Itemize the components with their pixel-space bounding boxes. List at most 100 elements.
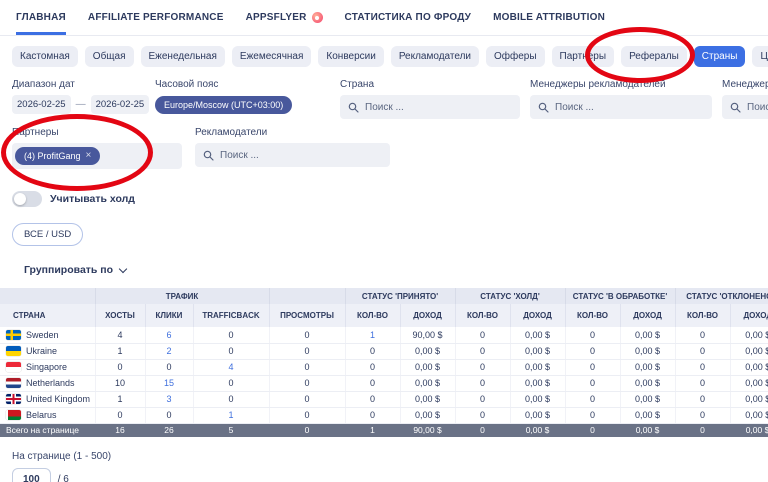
- table-column-header[interactable]: ДОХОД: [399, 304, 455, 327]
- table-cell: 0,00 $: [509, 391, 566, 408]
- report-tab[interactable]: Партнеры: [551, 46, 615, 67]
- partner-chip[interactable]: (4) ProfitGang ×: [15, 147, 101, 165]
- table-cell[interactable]: 1: [192, 407, 269, 424]
- table-cell: 0,00 $: [509, 407, 566, 424]
- total-cell: 0: [455, 423, 510, 437]
- table-cell: 0: [564, 359, 621, 376]
- search-icon: [203, 150, 214, 161]
- report-tab-label: Рекламодатели: [398, 51, 471, 62]
- table-cell[interactable]: 3: [144, 391, 193, 408]
- table-row: Belarus 0 0 1 0 0 0,00 $0 0,00 $0 0,00 $0 0,00 $: [0, 407, 768, 424]
- table-cell: 0,00 $: [399, 375, 455, 392]
- table-cell: 0,00 $: [399, 391, 455, 408]
- partner-managers-search-input[interactable]: Поиск ...: [722, 95, 768, 119]
- date-to-input[interactable]: 2026-02-25: [90, 95, 150, 114]
- total-cell: 0,00 $: [510, 423, 566, 437]
- nav-tab-fraud-stats[interactable]: СТАТИСТИКА ПО ФРОДУ: [345, 0, 472, 35]
- table-cell: 0: [268, 391, 345, 408]
- report-tab[interactable]: Рекламодатели: [390, 46, 479, 67]
- flag-nl-icon: [6, 378, 21, 388]
- report-tab[interactable]: Общая: [84, 46, 134, 67]
- table-column-header[interactable]: КЛИКИ: [144, 304, 193, 327]
- table-cell: 10: [94, 375, 145, 392]
- nav-tab-main[interactable]: ГЛАВНАЯ: [16, 0, 66, 35]
- report-tab-label: Ежемесячная: [239, 51, 304, 62]
- page-size-selector[interactable]: 100: [12, 468, 51, 482]
- table-cell[interactable]: 6: [144, 327, 193, 344]
- report-tab[interactable]: Офферы: [486, 46, 545, 67]
- group-by-label: Группировать по: [24, 264, 114, 276]
- report-tab[interactable]: Конверсии: [318, 46, 384, 67]
- table-column-header[interactable]: ПРОСМОТРЫ: [268, 304, 345, 327]
- report-tab[interactable]: Страны: [693, 46, 746, 67]
- advertisers-search-input[interactable]: Поиск ...: [195, 143, 390, 167]
- chevron-down-icon: [118, 264, 128, 273]
- hold-toggle[interactable]: [12, 191, 42, 207]
- advertiser-managers-search-input[interactable]: Поиск ...: [530, 95, 712, 119]
- country-name: Singapore: [26, 362, 68, 372]
- table-cell[interactable]: 15: [144, 375, 193, 392]
- country-search-input[interactable]: Поиск ...: [340, 95, 520, 119]
- table-column-header[interactable]: СТРАНА: [0, 304, 95, 327]
- table-cell: 0: [564, 375, 621, 392]
- report-tab[interactable]: Кастомная: [12, 46, 78, 67]
- table-column-header[interactable]: ДОХОД: [509, 304, 566, 327]
- table-cell: 0: [268, 343, 345, 360]
- country-cell: Belarus: [0, 407, 95, 424]
- nav-tab-mobile-attribution[interactable]: MOBILE ATTRIBUTION: [493, 0, 605, 35]
- report-tab[interactable]: Ежемесячная: [231, 46, 312, 67]
- pagination: 100 / 6: [12, 468, 768, 482]
- table-row: Sweden 4 6 0 0 1 90,00 $0 0,00 $0 0,00 $0 0,00 $: [0, 327, 768, 344]
- report-tab[interactable]: Еженедельная: [140, 46, 225, 67]
- table-cell: 0,00 $: [399, 359, 455, 376]
- report-tab-label: Рефералы: [629, 51, 679, 62]
- table-cell: 0: [454, 375, 510, 392]
- table-column-header[interactable]: ДОХОД: [729, 304, 768, 327]
- nav-tab-label: ГЛАВНАЯ: [16, 12, 66, 23]
- table-column-header[interactable]: TRAFFICBACK: [192, 304, 269, 327]
- table-cell: 0,00 $: [729, 407, 768, 424]
- total-row-label: Всего на странице: [0, 423, 95, 437]
- table-cell[interactable]: 4: [192, 359, 269, 376]
- table-cell: 0: [674, 407, 731, 424]
- date-from-input[interactable]: 2026-02-25: [12, 95, 71, 114]
- nav-tab-label: MOBILE ATTRIBUTION: [493, 12, 606, 23]
- nav-tab-affiliate-performance[interactable]: AFFILIATE PERFORMANCE: [88, 0, 224, 35]
- table-cell[interactable]: 2: [144, 343, 193, 360]
- table-cell: 0,00 $: [729, 327, 768, 344]
- table-cell: 0: [94, 407, 145, 424]
- table-cell: 0: [192, 343, 269, 360]
- table-cell: 0,00 $: [619, 375, 676, 392]
- country-cell: Sweden: [0, 327, 95, 344]
- table-cell: 1: [94, 391, 145, 408]
- table-column-header[interactable]: КОЛ-ВО: [564, 304, 621, 327]
- total-cell: 0: [565, 423, 621, 437]
- table-cell: 0: [268, 359, 345, 376]
- partners-field[interactable]: (4) ProfitGang ×: [12, 143, 182, 169]
- group-by-dropdown[interactable]: Группировать по: [24, 264, 128, 276]
- timezone-pill[interactable]: Europe/Moscow (UTC+03:00): [155, 96, 293, 114]
- nav-tab-label: AFFILIATE PERFORMANCE: [87, 12, 224, 23]
- currency-filter-pill[interactable]: ВСЕ / USD: [12, 223, 84, 246]
- report-tab-label: Кастомная: [20, 51, 70, 62]
- table-column-header[interactable]: КОЛ-ВО: [344, 304, 400, 327]
- table-cell: 0,00 $: [729, 343, 768, 360]
- report-tab[interactable]: Рефералы: [621, 46, 687, 67]
- table-cell[interactable]: 1: [344, 327, 400, 344]
- table-column-header[interactable]: ХОСТЫ: [94, 304, 145, 327]
- table-cell: 0: [268, 327, 345, 344]
- table-column-header[interactable]: ДОХОД: [619, 304, 676, 327]
- filter-date-range: Диапазон дат 2026-02-25 — 2026-02-25: [12, 79, 150, 119]
- nav-tab-appsflyer[interactable]: APPSFLYER: [246, 0, 323, 35]
- table-group-header: [268, 288, 345, 304]
- table-column-header[interactable]: КОЛ-ВО: [454, 304, 510, 327]
- filter-timezone: Часовой пояс Europe/Moscow (UTC+03:00): [155, 79, 330, 119]
- chip-remove-icon[interactable]: ×: [86, 151, 92, 161]
- table-row: Netherlands 10 15 0 0 0 0,00 $0 0,00 $0 0,00 $0 0…: [0, 375, 768, 392]
- report-tab-label: Партнеры: [559, 51, 607, 62]
- table-group-header: ТРАФИК: [94, 288, 269, 304]
- total-cell: 1: [345, 423, 400, 437]
- report-tab[interactable]: Цели: [752, 46, 768, 67]
- table-column-header[interactable]: КОЛ-ВО: [674, 304, 731, 327]
- report-tab-label: Цели: [760, 51, 768, 62]
